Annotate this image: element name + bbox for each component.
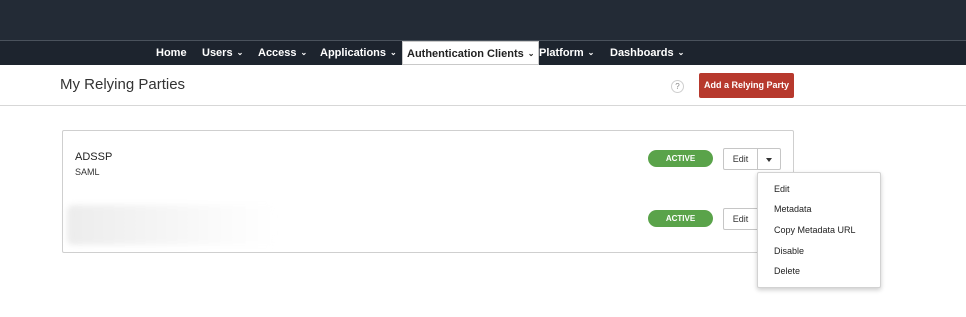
chevron-down-icon: ⌄ <box>677 48 685 57</box>
menu-item-disable[interactable]: Disable <box>774 246 804 256</box>
menu-item-metadata[interactable]: Metadata <box>774 204 812 214</box>
relying-party-type: SAML <box>75 167 100 177</box>
relying-party-name[interactable]: ADSSP <box>75 151 112 163</box>
nav-access[interactable]: Access ⌄ <box>258 41 307 65</box>
chevron-down-icon: ⌄ <box>527 49 535 58</box>
actions-dropdown-toggle[interactable] <box>757 148 781 170</box>
help-icon[interactable]: ? <box>671 80 684 93</box>
status-badge: ACTIVE <box>648 210 713 227</box>
chevron-down-icon: ⌄ <box>587 48 595 57</box>
nav-platform-label: Platform <box>539 47 584 59</box>
nav-authentication-clients-label: Authentication Clients <box>407 48 524 60</box>
page-title: My Relying Parties <box>60 76 186 93</box>
nav-authentication-clients[interactable]: Authentication Clients ⌄ <box>402 41 540 65</box>
menu-item-copy-metadata-url[interactable]: Copy Metadata URL <box>774 225 856 235</box>
menu-item-edit[interactable]: Edit <box>774 184 790 194</box>
add-relying-party-button[interactable]: Add a Relying Party <box>699 73 794 98</box>
actions-dropdown-menu: Edit Metadata Copy Metadata URL Disable … <box>757 172 881 288</box>
nav-users[interactable]: Users ⌄ <box>202 41 243 65</box>
edit-button[interactable]: Edit <box>723 148 758 170</box>
relying-party-list: ADSSP SAML ACTIVE Edit ACTIVE Edit <box>62 130 794 253</box>
nav-home[interactable]: Home <box>156 41 187 65</box>
main-nav: Home Users ⌄ Access ⌄ Applications ⌄ Authen… <box>0 40 966 65</box>
obscured-relying-party-name <box>67 205 277 245</box>
nav-platform[interactable]: Platform ⌄ <box>539 41 594 65</box>
nav-dashboards-label: Dashboards <box>610 47 674 59</box>
app-top-bar <box>0 0 966 40</box>
caret-down-icon <box>766 158 772 162</box>
menu-item-delete[interactable]: Delete <box>774 266 800 276</box>
nav-applications-label: Applications <box>320 47 387 59</box>
nav-users-label: Users <box>202 47 233 59</box>
nav-applications[interactable]: Applications ⌄ <box>320 41 397 65</box>
nav-home-label: Home <box>156 47 187 59</box>
chevron-down-icon: ⌄ <box>390 48 397 57</box>
page-header: My Relying Parties ? Add a Relying Party <box>0 65 966 106</box>
status-badge: ACTIVE <box>648 150 713 167</box>
edit-button[interactable]: Edit <box>723 208 758 230</box>
nav-access-label: Access <box>258 47 297 59</box>
nav-dashboards[interactable]: Dashboards ⌄ <box>610 41 684 65</box>
chevron-down-icon: ⌄ <box>236 48 244 57</box>
chevron-down-icon: ⌄ <box>300 48 308 57</box>
